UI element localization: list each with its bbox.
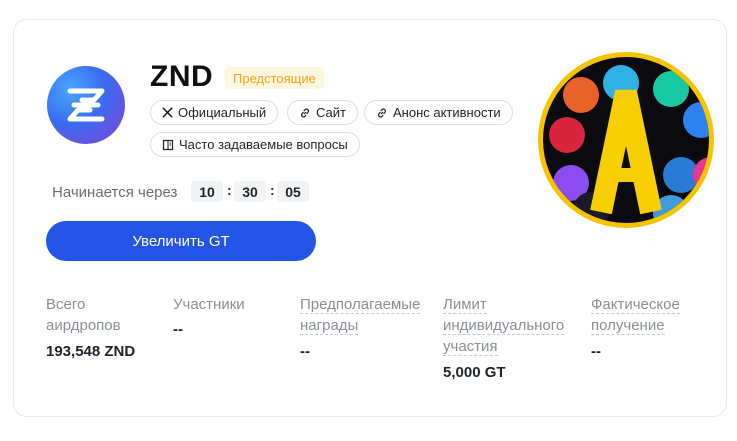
stat-estimated-rewards-value: -- [300, 343, 310, 360]
project-title: ZND [150, 60, 214, 93]
faq-link-label: Часто задаваемые вопросы [179, 137, 348, 152]
website-link-label: Сайт [316, 105, 346, 120]
banner-coins-background [543, 57, 709, 223]
stat-total-airdrops-label: Всего аирдропов [46, 296, 121, 334]
countdown-hours: 10 [191, 181, 223, 202]
x-icon [162, 107, 173, 118]
letter-a-icon [590, 89, 662, 215]
znd-logo-icon [47, 66, 125, 144]
link-icon [376, 107, 388, 119]
airdrop-banner-image [538, 52, 714, 228]
stat-participants-label: Участники [173, 296, 245, 313]
stat-estimated-rewards-label-text: Предполагаемые награды [300, 296, 421, 335]
official-link-button[interactable]: Официальный [150, 100, 279, 125]
stat-individual-limit-label-text: Лимит индивидуального участия [443, 296, 565, 356]
official-link-label: Официальный [178, 105, 267, 120]
boost-gt-button[interactable]: Увеличить GT [46, 221, 316, 261]
countdown-label: Начинается через [52, 184, 178, 201]
stat-total-airdrops-value: 193,548 ZND [46, 343, 136, 360]
link-icon [299, 107, 311, 119]
book-icon [162, 139, 174, 151]
countdown-seconds: 05 [277, 181, 309, 202]
stat-actual-received-label[interactable]: Фактическое получение [591, 294, 696, 336]
stat-individual-limit-value: 5,000 GT [443, 364, 506, 381]
website-link-button[interactable]: Сайт [287, 100, 358, 125]
status-badge: Предстоящие [225, 67, 324, 89]
stat-actual-received-label-text: Фактическое получение [591, 296, 680, 335]
announcement-link-label: Анонс активности [393, 105, 501, 120]
announcement-link-button[interactable]: Анонс активности [364, 100, 513, 125]
stat-participants-value: -- [173, 321, 183, 338]
stat-actual-received-value: -- [591, 343, 601, 360]
stat-estimated-rewards-label[interactable]: Предполагаемые награды [300, 294, 421, 336]
countdown-minutes: 30 [234, 181, 266, 202]
countdown-separator: : [227, 182, 232, 198]
stat-individual-limit-label[interactable]: Лимит индивидуального участия [443, 294, 568, 357]
countdown-separator: : [270, 182, 275, 198]
faq-link-button[interactable]: Часто задаваемые вопросы [150, 132, 360, 157]
